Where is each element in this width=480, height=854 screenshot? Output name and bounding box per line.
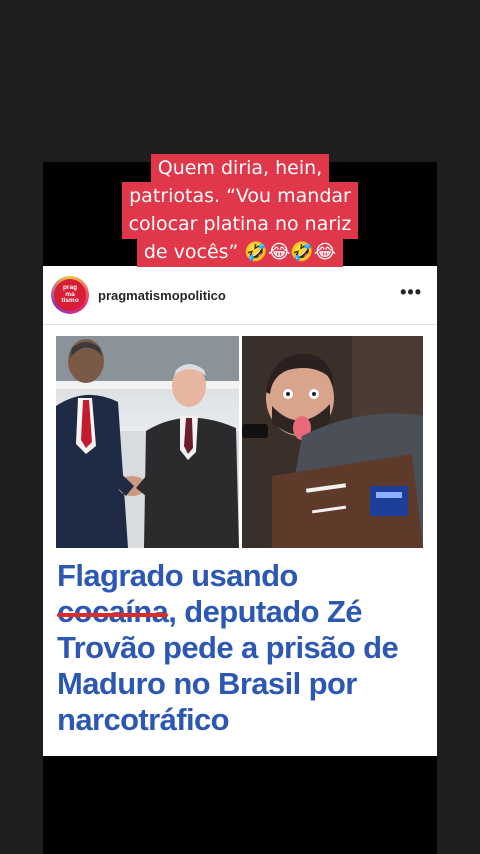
avatar-logo: prag ma tismo [54,279,86,311]
post-header: prag ma tismo pragmatismopolitico ••• [43,266,437,325]
post-photos [56,336,423,548]
headline-line: narcotráfico [57,702,230,737]
headline: Flagrado usando cocaína, deputado Zé Tro… [57,558,427,738]
headline-line: Trovão pede a prisão de [57,630,399,665]
man-illustration [242,336,423,548]
instagram-post-card: prag ma tismo pragmatismopolitico ••• Fl… [43,266,437,756]
username[interactable]: pragmatismopolitico [98,288,226,303]
headline-line: Maduro no Brasil por [57,666,357,701]
caption-line: colocar platina no nariz [121,210,359,239]
caption-line: de vocês” 🤣😂🤣😂 [136,238,344,267]
handshake-illustration [56,336,239,548]
photo-handshake [56,336,239,548]
video-caption: Quem diria, hein, patriotas. “Vou mandar… [0,154,480,267]
caption-line: patriotas. “Vou mandar [122,182,358,211]
caption-line: Quem diria, hein, [150,154,330,183]
struck-word: cocaína [57,594,169,629]
avatar[interactable]: prag ma tismo [51,276,89,314]
photo-man-tongue [242,336,423,548]
more-options-icon[interactable]: ••• [400,283,422,301]
headline-line: , deputado Zé [168,594,362,629]
headline-line: Flagrado usando [57,558,298,593]
